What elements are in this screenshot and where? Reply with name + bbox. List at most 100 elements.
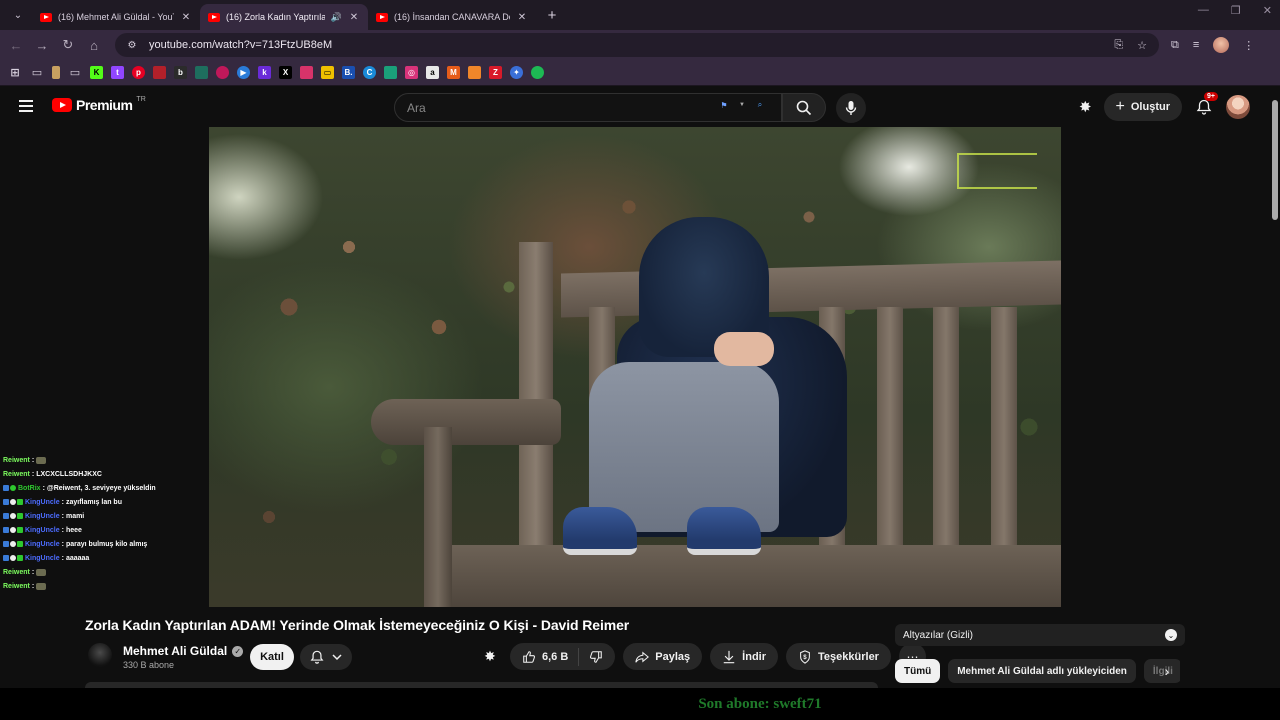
site-info-icon[interactable]: ⚙ bbox=[125, 38, 139, 52]
video-player[interactable] bbox=[209, 127, 1061, 607]
bookmark-icon[interactable] bbox=[468, 66, 481, 79]
close-tab-icon[interactable]: ✕ bbox=[180, 12, 192, 23]
forward-icon[interactable]: → bbox=[29, 38, 55, 53]
chip-from-uploader[interactable]: Mehmet Ali Güldal adlı yükleyiciden bbox=[948, 659, 1136, 683]
bookmark-folder-icon[interactable]: ▭ bbox=[68, 66, 82, 79]
channel-avatar[interactable] bbox=[88, 643, 112, 667]
browser-tab-active[interactable]: (16) Zorla Kadın Yaptırılan ADAM! Yerind… bbox=[200, 4, 368, 30]
video-actions: ✸ 6,6 B Paylaş İndir $ Teşekkürler ⋯ bbox=[478, 643, 926, 670]
subtitles-dropdown[interactable]: Altyazılar (Gizli) ⌄ bbox=[895, 624, 1185, 646]
kick-icon[interactable]: K bbox=[90, 66, 103, 79]
reload-icon[interactable]: ↻ bbox=[55, 37, 81, 53]
dropdown-caret-icon[interactable]: ▼ bbox=[738, 97, 746, 113]
related-filter-chips: Tümü Mehmet Ali Güldal adlı yükleyiciden… bbox=[895, 659, 1180, 683]
bookmark-icon[interactable]: C bbox=[363, 66, 376, 79]
audio-playing-icon[interactable]: 🔊 bbox=[331, 12, 342, 23]
install-app-icon[interactable]: ⎘ bbox=[1114, 39, 1123, 52]
bookmark-icon[interactable] bbox=[153, 66, 166, 79]
bookmark-icon[interactable]: ▭ bbox=[321, 66, 334, 79]
browser-menu-icon[interactable]: ⋮ bbox=[1243, 39, 1254, 52]
dislike-button[interactable] bbox=[579, 650, 615, 664]
bookmark-icon[interactable] bbox=[195, 66, 208, 79]
extension-action-button[interactable]: ✸ bbox=[478, 643, 502, 670]
minimize-icon[interactable]: — bbox=[1198, 4, 1209, 17]
browser-tab[interactable]: (16) Mehmet Ali Güldal - YouTube ✕ bbox=[32, 4, 200, 30]
create-button[interactable]: + Oluştur bbox=[1103, 93, 1182, 121]
create-label: Oluştur bbox=[1130, 101, 1170, 113]
stream-chat-overlay: Reiwent : Reiwent : LXCXCLLSDHJKXC BotRi… bbox=[3, 453, 203, 593]
chat-username: KingUncle bbox=[25, 512, 60, 520]
notifications-button[interactable]: 9+ bbox=[1194, 92, 1218, 117]
close-tab-icon[interactable]: ✕ bbox=[516, 12, 528, 23]
spotify-icon[interactable] bbox=[531, 66, 544, 79]
like-count: 6,6 B bbox=[542, 650, 569, 663]
url-text[interactable]: youtube.com/watch?v=713FtzUB8eM bbox=[149, 39, 332, 51]
chat-badges bbox=[3, 541, 23, 547]
close-tab-icon[interactable]: ✕ bbox=[348, 12, 360, 23]
download-button[interactable]: İndir bbox=[710, 643, 779, 670]
apps-grid-icon[interactable]: ⊞ bbox=[8, 66, 22, 79]
bookmark-icon[interactable]: k bbox=[258, 66, 271, 79]
youtube-favicon-icon bbox=[376, 12, 388, 22]
svg-text:$: $ bbox=[803, 654, 807, 661]
browser-tab[interactable]: (16) İnsandan CANAVARA Dönüşen ✕ bbox=[368, 4, 536, 30]
youtube-favicon-icon bbox=[208, 12, 220, 22]
back-icon[interactable]: ← bbox=[3, 38, 29, 53]
subscription-bell-button[interactable] bbox=[300, 644, 352, 670]
chat-badges bbox=[3, 485, 16, 491]
search-extension-icon[interactable]: ⌕ bbox=[752, 97, 768, 113]
amazon-icon[interactable]: a bbox=[426, 66, 439, 79]
translate-icon[interactable]: ⚑ bbox=[716, 97, 732, 113]
scrollbar-thumb[interactable] bbox=[1272, 100, 1278, 220]
search-tools: ⚑ ▼ ⌕ bbox=[716, 97, 768, 113]
account-avatar[interactable] bbox=[1226, 95, 1250, 119]
address-bar[interactable]: ⚙ youtube.com/watch?v=713FtzUB8eM ⎘ ☆ bbox=[115, 33, 1159, 57]
search-button[interactable] bbox=[782, 93, 826, 122]
extensions-icon[interactable]: ⧉ bbox=[1171, 39, 1179, 52]
twitch-icon[interactable]: t bbox=[111, 66, 124, 79]
join-button[interactable]: Katıl bbox=[250, 644, 294, 670]
extension-puzzle-icon[interactable]: ✸ bbox=[1079, 98, 1092, 116]
home-icon[interactable]: ⌂ bbox=[81, 38, 107, 53]
bookmark-icon[interactable]: b bbox=[174, 66, 187, 79]
chat-message: Reiwent : bbox=[3, 453, 203, 467]
chat-message: KingUncle : aaaaaa bbox=[3, 551, 203, 565]
pinterest-icon[interactable]: p bbox=[132, 66, 145, 79]
bookmark-icon[interactable] bbox=[52, 66, 60, 79]
chat-text: zayıflamış lan bu bbox=[65, 498, 122, 506]
youtube-header: Premium TR Ara ⚑ ▼ ⌕ ✸ + Oluştur 9+ bbox=[0, 87, 1270, 127]
close-window-icon[interactable]: ✕ bbox=[1263, 4, 1272, 17]
menu-icon[interactable] bbox=[19, 100, 33, 112]
bookmark-icon[interactable] bbox=[216, 66, 229, 79]
bookmark-icon[interactable]: ✦ bbox=[510, 66, 523, 79]
voice-search-button[interactable] bbox=[836, 93, 866, 123]
tab-search-button[interactable]: ⌄ bbox=[4, 4, 32, 26]
bookmark-folder-icon[interactable]: ▭ bbox=[30, 66, 44, 79]
share-button[interactable]: Paylaş bbox=[623, 643, 703, 670]
bookmark-icon[interactable]: Z bbox=[489, 66, 502, 79]
channel-name-link[interactable]: Mehmet Ali Güldal ✓ bbox=[123, 644, 244, 658]
bookmark-icon[interactable] bbox=[384, 66, 397, 79]
x-twitter-icon[interactable]: X bbox=[279, 66, 292, 79]
instagram-icon[interactable]: ◎ bbox=[405, 66, 418, 79]
chat-username: Reiwent bbox=[3, 582, 30, 590]
chat-text: parayı bulmuş kilo almış bbox=[65, 540, 148, 548]
bookmark-icon[interactable] bbox=[300, 66, 313, 79]
like-dislike-group: 6,6 B bbox=[510, 643, 616, 670]
thanks-button[interactable]: $ Teşekkürler bbox=[786, 643, 891, 670]
bookmark-icon[interactable]: ▶ bbox=[237, 66, 250, 79]
bookmark-icon[interactable]: B. bbox=[342, 66, 355, 79]
media-control-icon[interactable]: ≡ bbox=[1193, 39, 1199, 51]
new-tab-button[interactable]: + bbox=[540, 3, 564, 27]
bookmark-star-icon[interactable]: ☆ bbox=[1137, 39, 1147, 52]
bookmark-icon[interactable]: M bbox=[447, 66, 460, 79]
profile-avatar[interactable] bbox=[1213, 37, 1230, 53]
chat-username: Reiwent bbox=[3, 568, 30, 576]
like-button[interactable]: 6,6 B bbox=[510, 647, 580, 666]
restore-icon[interactable]: ❐ bbox=[1231, 4, 1241, 17]
youtube-play-icon bbox=[52, 98, 72, 112]
chevron-right-icon[interactable]: › bbox=[1157, 661, 1177, 681]
chip-all[interactable]: Tümü bbox=[895, 659, 941, 683]
youtube-logo[interactable]: Premium TR bbox=[52, 96, 146, 113]
chat-text: @Reiwent, 3. seviyeye yükseldin bbox=[46, 484, 156, 492]
